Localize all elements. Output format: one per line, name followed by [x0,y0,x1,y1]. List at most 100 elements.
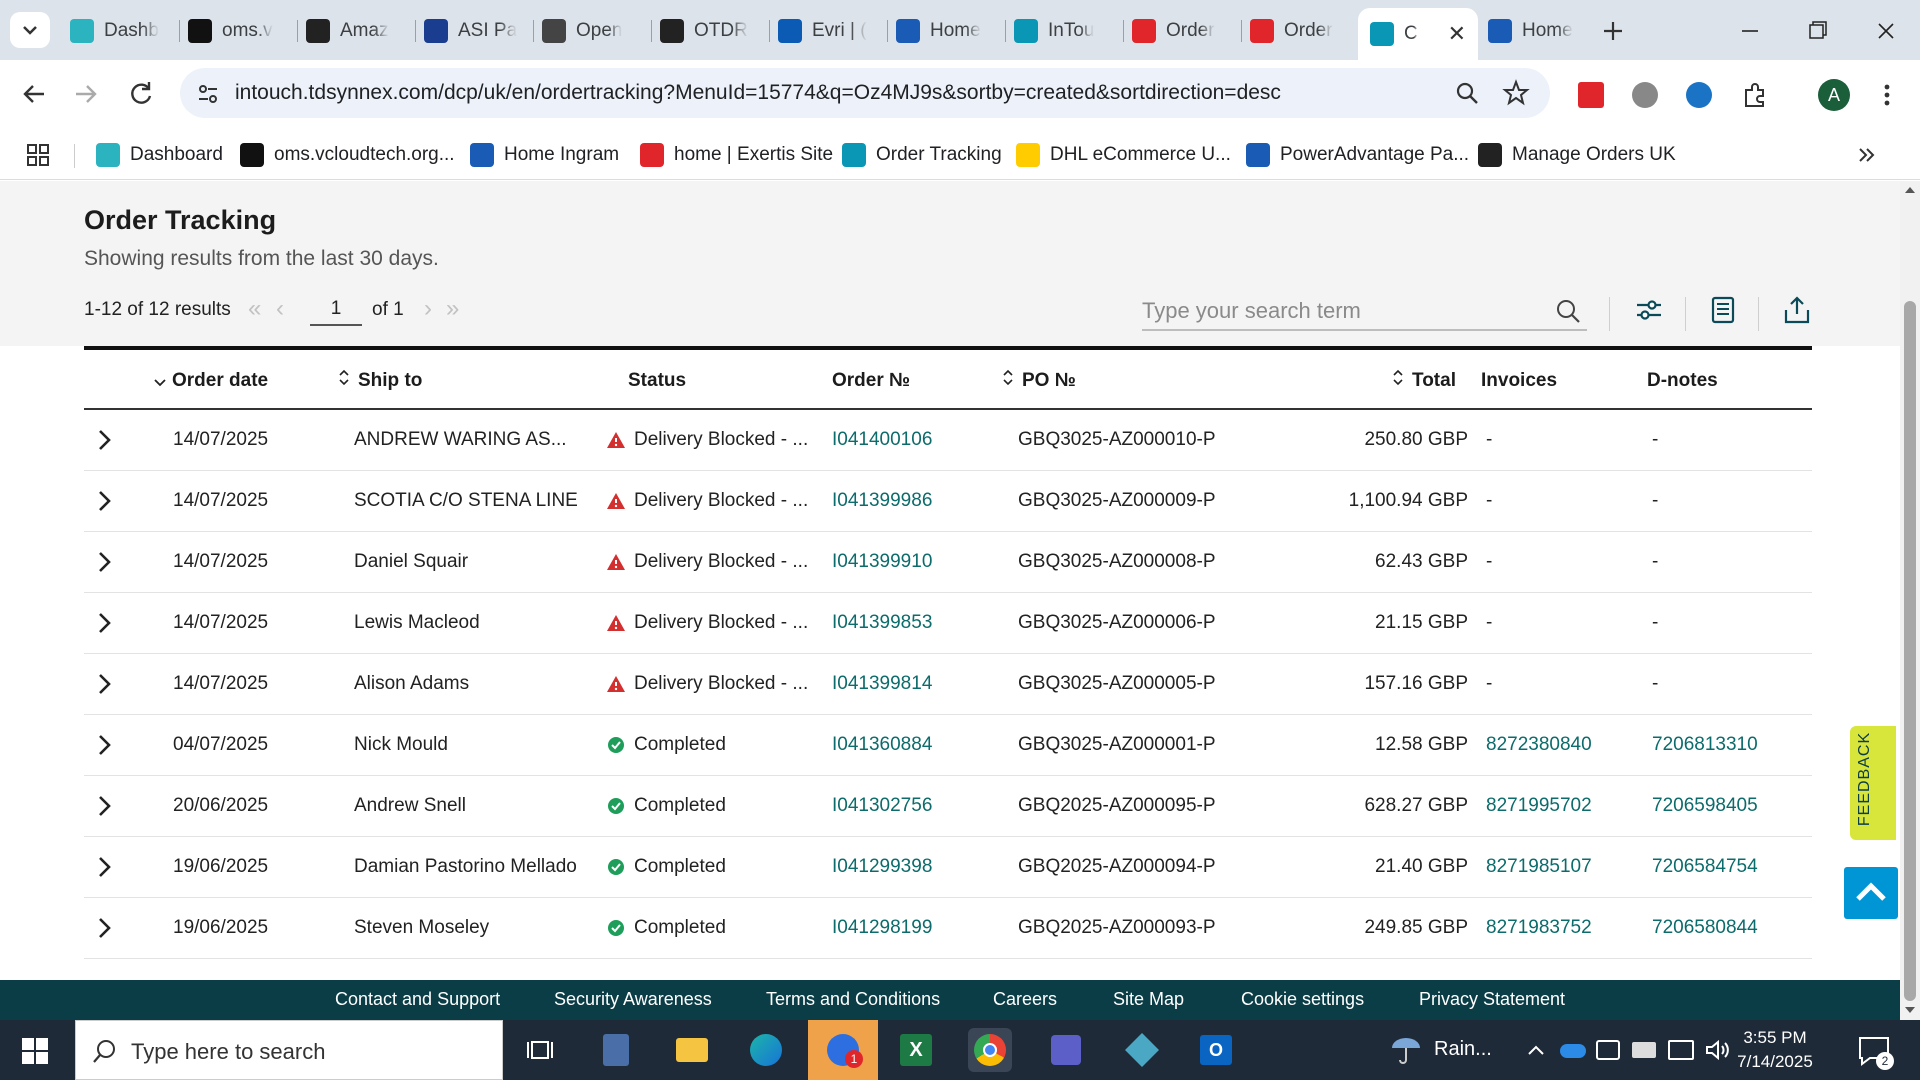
windows-start-icon[interactable] [22,1038,48,1064]
browser-tab[interactable]: Dashb [70,12,170,50]
expand-row-chevron-icon[interactable] [92,428,116,452]
export-share-icon[interactable] [1782,295,1812,325]
cell-order-number[interactable]: I041302756 [832,795,932,817]
taskbar-search[interactable]: Type here to search [75,1020,503,1080]
last-page-button[interactable]: » [446,295,459,323]
file-explorer-icon[interactable] [670,1028,714,1072]
cell-order-number[interactable]: I041360884 [832,734,932,756]
cell-invoice[interactable]: 8271985107 [1486,856,1592,878]
app-diamond-icon[interactable] [1120,1028,1164,1072]
battery-icon[interactable] [1632,1042,1656,1058]
header-po-no[interactable]: PO № [1000,369,1076,392]
search-input[interactable] [1142,293,1542,329]
header-ship-to[interactable]: Ship to [336,369,422,392]
expand-row-chevron-icon[interactable] [92,489,116,513]
new-tab-button[interactable] [1596,14,1630,48]
network-icon[interactable] [1668,1040,1694,1060]
cell-dnote[interactable]: 7206813310 [1652,734,1758,756]
bookmark-item[interactable]: home | Exertis Site [640,140,833,170]
weather-rain-icon[interactable] [1388,1034,1424,1066]
bookmark-item[interactable]: Order Tracking [842,140,1002,170]
bookmark-item[interactable]: Home Ingram [470,140,619,170]
cell-order-number[interactable]: I041399910 [832,551,932,573]
feedback-button[interactable]: FEEDBACK [1850,726,1896,840]
browser-tab[interactable]: Open [542,12,642,50]
calculator-app-icon[interactable] [594,1028,638,1072]
browser-tab[interactable]: ASI Pa [424,12,524,50]
pdf-extension-icon[interactable] [1578,82,1604,108]
expand-row-chevron-icon[interactable] [92,794,116,818]
cell-dnote[interactable]: 7206584754 [1652,856,1758,878]
browser-tab[interactable]: oms.v [188,12,288,50]
reload-button[interactable] [121,74,161,114]
browser-tab[interactable]: Amaz [306,12,406,50]
security-tray-icon[interactable] [1596,1040,1620,1060]
bookmark-item[interactable]: PowerAdvantage Pa... [1246,140,1469,170]
expand-row-chevron-icon[interactable] [92,672,116,696]
close-tab-icon[interactable]: ✕ [1442,21,1466,47]
teams-app-icon[interactable] [1044,1028,1088,1072]
notification-center-button[interactable]: 2 [1854,1034,1894,1070]
restore-button[interactable] [1797,14,1837,48]
chevron-up-icon[interactable] [1526,1042,1546,1058]
site-settings-icon[interactable] [196,82,220,106]
expand-row-chevron-icon[interactable] [92,855,116,879]
browser-tab[interactable]: Order [1250,12,1350,50]
address-bar[interactable]: intouch.tdsynnex.com/dcp/uk/en/ordertrac… [180,68,1550,118]
system-clock[interactable]: 3:55 PM 7/14/2025 [1730,1026,1820,1074]
header-order-date[interactable]: Order date [152,370,268,392]
zoom-icon[interactable] [1454,80,1480,106]
browser-tab[interactable]: Evri | ( [778,12,878,50]
scroll-up-icon[interactable] [1904,185,1916,195]
footer-link-terms[interactable]: Terms and Conditions [766,989,940,1010]
cell-order-number[interactable]: I041400106 [832,429,932,451]
next-page-button[interactable]: › [424,295,432,323]
page-number-input[interactable]: 1 [310,293,362,326]
task-view-icon[interactable] [518,1028,562,1072]
filter-sliders-icon[interactable] [1634,295,1664,325]
cell-dnote[interactable]: 7206598405 [1652,795,1758,817]
footer-link-security[interactable]: Security Awareness [554,989,712,1010]
tab-search-button[interactable] [10,12,50,48]
chrome-app-icon[interactable] [968,1028,1012,1072]
cell-order-number[interactable]: I041399853 [832,612,932,634]
url-text[interactable]: intouch.tdsynnex.com/dcp/uk/en/ordertrac… [235,81,1281,105]
cell-dnote[interactable]: 7206580844 [1652,917,1758,939]
browser-tab-active[interactable]: C ✕ [1358,8,1478,60]
first-page-button[interactable]: « [248,295,261,323]
edge-browser-icon[interactable] [744,1028,788,1072]
bookmark-item[interactable]: DHL eCommerce U... [1016,140,1231,170]
browser-tab[interactable]: InTou [1014,12,1114,50]
search-icon[interactable] [1554,297,1582,325]
cell-order-number[interactable]: I041399814 [832,673,932,695]
close-window-button[interactable] [1866,14,1906,48]
cell-order-number[interactable]: I041298199 [832,917,932,939]
bookmark-item[interactable]: Dashboard [96,140,223,170]
back-to-top-button[interactable] [1844,867,1898,919]
weather-text[interactable]: Rain... [1434,1038,1492,1061]
cell-invoice[interactable]: 8272380840 [1486,734,1592,756]
onedrive-icon[interactable] [1560,1044,1586,1058]
cell-invoice[interactable]: 8271983752 [1486,917,1592,939]
expand-row-chevron-icon[interactable] [92,550,116,574]
cell-order-number[interactable]: I041399986 [832,490,932,512]
expand-row-chevron-icon[interactable] [92,733,116,757]
cell-invoice[interactable]: 8271995702 [1486,795,1592,817]
footer-link-contact[interactable]: Contact and Support [335,989,500,1010]
browser-tab[interactable]: OTDR [660,12,760,50]
scrollbar-thumb[interactable] [1904,301,1916,1001]
outlook-app-icon[interactable]: O [1194,1028,1238,1072]
footer-link-careers[interactable]: Careers [993,989,1057,1010]
globe-extension-icon[interactable] [1632,82,1658,108]
minimize-button[interactable] [1730,14,1770,48]
browser-tab[interactable]: Home [896,12,996,50]
extensions-puzzle-icon[interactable] [1740,80,1770,110]
excel-app-icon[interactable]: X [894,1028,938,1072]
bookmark-star-icon[interactable] [1502,79,1530,107]
ingram-extension-icon[interactable] [1686,82,1712,108]
document-list-icon[interactable] [1708,295,1738,325]
scroll-down-icon[interactable] [1904,1005,1916,1015]
cell-order-number[interactable]: I041299398 [832,856,932,878]
prev-page-button[interactable]: ‹ [276,295,284,323]
apps-grid-icon[interactable] [26,143,50,167]
